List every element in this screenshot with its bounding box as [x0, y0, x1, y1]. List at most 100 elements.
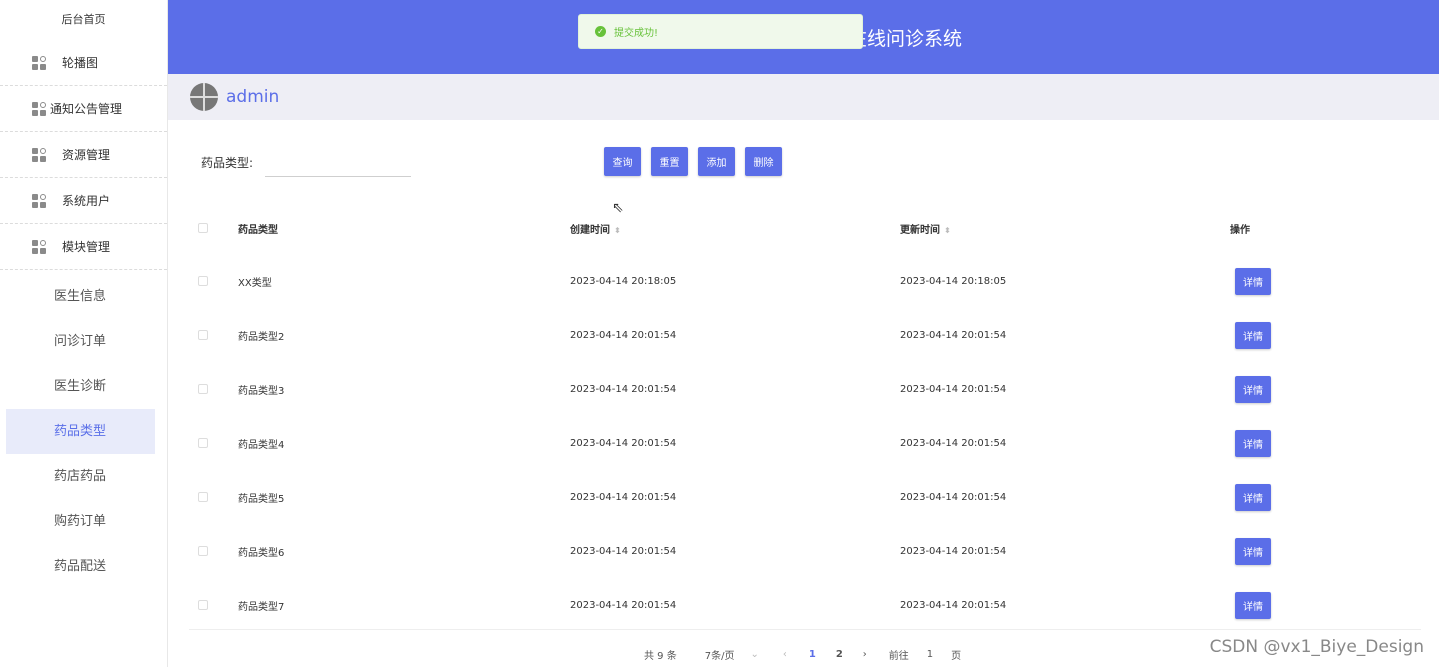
header-label: 操作 — [1230, 224, 1250, 236]
cell-ops: 详情 — [1230, 483, 1380, 511]
sort-icon[interactable]: ⬍ — [944, 226, 951, 235]
detail-button[interactable]: 详情 — [1235, 591, 1271, 619]
table-row: XX类型 2023-04-14 20:18:05 2023-04-14 20:1… — [189, 254, 1421, 308]
sidebar-group-modules[interactable]: 模块管理 — [0, 224, 167, 270]
cell-ops: 详情 — [1230, 321, 1380, 349]
total-count: 共 9 条 — [644, 650, 677, 662]
header-label: 药品类型 — [238, 224, 278, 236]
row-select-cell — [189, 276, 238, 286]
header-drug-type: 药品类型 — [238, 221, 570, 236]
detail-button[interactable]: 详情 — [1235, 375, 1271, 403]
cell-ops: 详情 — [1230, 375, 1380, 403]
select-all-cell — [189, 223, 238, 233]
sort-icon[interactable]: ⬍ — [614, 226, 621, 235]
cell-ops: 详情 — [1230, 537, 1380, 565]
sidebar-group-label: 轮播图 — [62, 56, 99, 70]
cell-drug-type: 药品类型2 — [238, 331, 285, 343]
cell-drug-type: 药品类型5 — [238, 493, 285, 505]
cell-drug-type: 药品类型7 — [238, 601, 285, 613]
grid-icon — [32, 193, 46, 208]
row-select-cell — [189, 384, 238, 394]
cell-ops: 详情 — [1230, 591, 1380, 619]
search-button[interactable]: 查询 — [604, 147, 641, 176]
header-label: 更新时间 — [900, 224, 940, 236]
sidebar-group-label: 系统用户 — [62, 194, 111, 208]
detail-button[interactable]: 详情 — [1235, 483, 1271, 511]
sidebar-item-purchase-orders[interactable]: 购药订单 — [6, 499, 155, 544]
row-checkbox[interactable] — [198, 546, 208, 556]
data-table: 药品类型 创建时间 ⬍ 更新时间 ⬍ 操作 XX类型 2023-04-14 20:1… — [189, 202, 1421, 632]
page-title: 在线问诊系统 — [858, 24, 978, 51]
sidebar-item-consult-orders[interactable]: 问诊订单 — [6, 319, 155, 364]
sidebar-item-diagnosis[interactable]: 医生诊断 — [6, 364, 155, 409]
row-checkbox[interactable] — [198, 600, 208, 610]
header-ops: 操作 — [1230, 221, 1380, 236]
prev-page-icon[interactable]: ‹ — [783, 649, 787, 660]
cell-drug-type: 药品类型3 — [238, 385, 285, 397]
cell-updated: 2023-04-14 20:18:05 — [900, 275, 1007, 287]
table-row: 药品类型6 2023-04-14 20:01:54 2023-04-14 20:… — [189, 524, 1421, 578]
cell-drug-type: 药品类型6 — [238, 547, 285, 559]
sidebar-group-notices[interactable]: 通知公告管理 — [0, 86, 167, 132]
delete-button[interactable]: 删除 — [745, 147, 782, 176]
cell-ops: 详情 — [1230, 429, 1380, 457]
sidebar-item-pharmacy-drugs[interactable]: 药店药品 — [6, 454, 155, 499]
reset-button[interactable]: 重置 — [651, 147, 688, 176]
sidebar-group-resources[interactable]: 资源管理 — [0, 132, 167, 178]
header-label: 创建时间 — [570, 224, 610, 236]
header-updated[interactable]: 更新时间 ⬍ — [900, 221, 1230, 236]
table-row: 药品类型3 2023-04-14 20:01:54 2023-04-14 20:… — [189, 362, 1421, 416]
system-title: 在线问诊系统 — [858, 28, 963, 50]
select-all-checkbox[interactable] — [198, 223, 208, 233]
cell-created: 2023-04-14 20:01:54 — [570, 437, 677, 449]
filter-label: 药品类型: — [201, 155, 254, 170]
table-row: 药品类型4 2023-04-14 20:01:54 2023-04-14 20:… — [189, 416, 1421, 470]
table-header: 药品类型 创建时间 ⬍ 更新时间 ⬍ 操作 — [189, 202, 1421, 254]
detail-button[interactable]: 详情 — [1235, 429, 1271, 457]
row-select-cell — [189, 492, 238, 502]
user-bar: admin — [168, 74, 1439, 120]
row-checkbox[interactable] — [198, 276, 208, 286]
page-1[interactable]: 1 — [809, 649, 816, 660]
sidebar-item-doctor-info[interactable]: 医生信息 — [6, 274, 155, 319]
avatar[interactable] — [190, 83, 218, 111]
detail-button[interactable]: 详情 — [1235, 321, 1271, 349]
goto-input[interactable]: 1 — [927, 649, 933, 660]
grid-icon — [32, 101, 46, 116]
row-checkbox[interactable] — [198, 492, 208, 502]
sidebar-group-system-users[interactable]: 系统用户 — [0, 178, 167, 224]
sidebar-item-delivery[interactable]: 药品配送 — [6, 544, 155, 589]
chevron-down-icon[interactable]: ⌄ — [750, 649, 758, 660]
cell-updated: 2023-04-14 20:01:54 — [900, 599, 1007, 611]
header-created[interactable]: 创建时间 ⬍ — [570, 221, 900, 236]
detail-button[interactable]: 详情 — [1235, 537, 1271, 565]
sidebar: 后台首页 轮播图 通知公告管理 资源管理 系统用户 模块管理 医生信息 问诊订单… — [0, 0, 168, 667]
add-button[interactable]: 添加 — [698, 147, 735, 176]
sidebar-group-carousel[interactable]: 轮播图 — [0, 40, 167, 86]
drug-type-input[interactable] — [265, 147, 412, 177]
cell-ops: 详情 — [1230, 267, 1380, 295]
check-icon: ✓ — [595, 26, 606, 37]
cell-drug-type: XX类型 — [238, 277, 272, 289]
page-2[interactable]: 2 — [836, 649, 843, 660]
mouse-cursor-icon: ⇖ — [612, 200, 624, 216]
cell-created: 2023-04-14 20:01:54 — [570, 545, 677, 557]
table-row: 药品类型5 2023-04-14 20:01:54 2023-04-14 20:… — [189, 470, 1421, 524]
row-checkbox[interactable] — [198, 438, 208, 448]
row-checkbox[interactable] — [198, 384, 208, 394]
username: admin — [226, 87, 280, 107]
sidebar-home[interactable]: 后台首页 — [0, 0, 167, 40]
cell-updated: 2023-04-14 20:01:54 — [900, 383, 1007, 395]
next-page-icon[interactable]: › — [863, 649, 867, 660]
success-toast: ✓ 提交成功! — [578, 14, 863, 49]
sidebar-submenu: 医生信息 问诊订单 医生诊断 药品类型 药店药品 购药订单 药品配送 — [0, 274, 167, 589]
page-size-select[interactable]: 7条/页 — [705, 647, 735, 662]
detail-button[interactable]: 详情 — [1235, 267, 1271, 295]
row-select-cell — [189, 600, 238, 610]
sidebar-item-drug-types[interactable]: 药品类型 — [6, 409, 155, 454]
grid-icon — [32, 239, 46, 254]
watermark: CSDN @vx1_Biye_Design — [1209, 637, 1424, 657]
row-checkbox[interactable] — [198, 330, 208, 340]
goto-prefix: 前往 — [888, 650, 909, 662]
goto-suffix: 页 — [951, 650, 962, 662]
